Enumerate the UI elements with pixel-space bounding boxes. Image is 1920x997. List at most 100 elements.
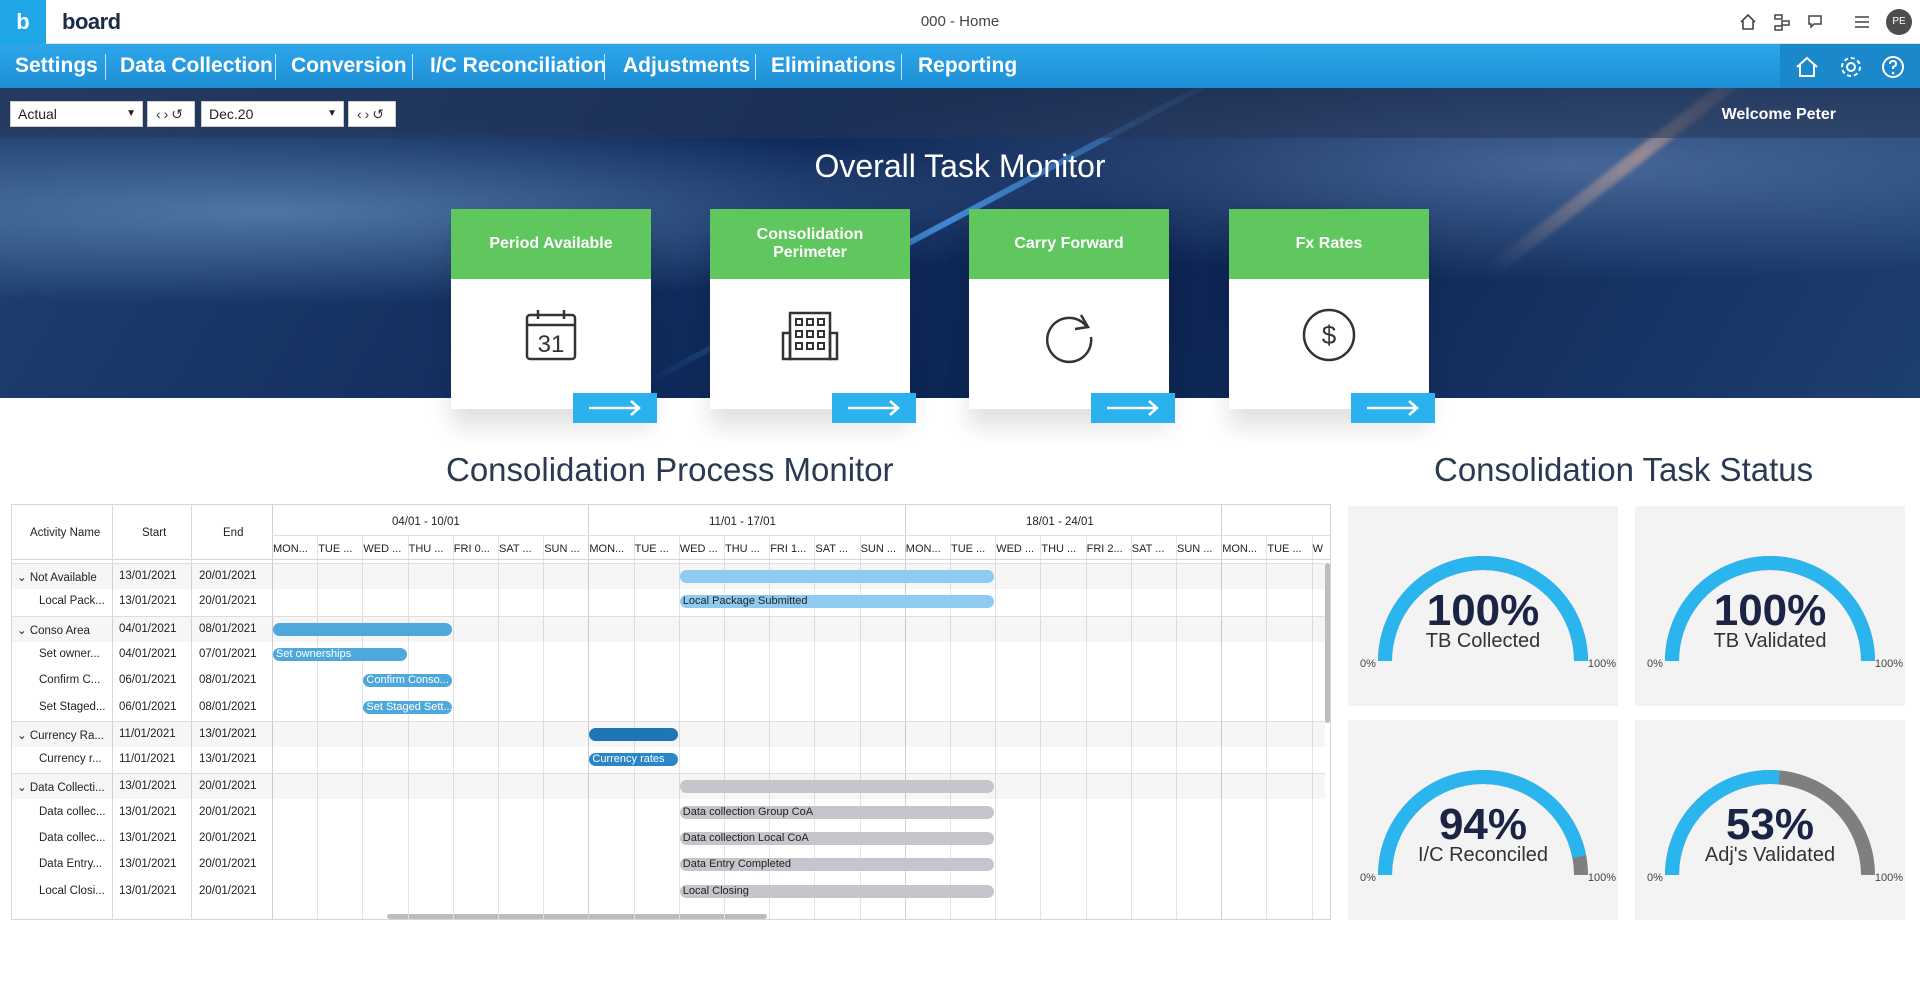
- gantt-task-row[interactable]: Set owner... 04/01/2021 07/01/2021 Set owne…: [12, 642, 1325, 668]
- period-select[interactable]: Dec.20 ▼: [201, 101, 344, 127]
- card-carry-forward[interactable]: Carry Forward: [969, 209, 1175, 423]
- gantt-task-row[interactable]: Local Closi... 13/01/2021 20/01/2021 Local …: [12, 879, 1325, 905]
- activity-name: ⌄ Data Collecti...: [17, 782, 105, 795]
- card-fx-rates[interactable]: Fx Rates $: [1229, 209, 1435, 423]
- refresh-icon: [1045, 314, 1093, 364]
- arrow-right-button[interactable]: [832, 393, 916, 423]
- day-header: MON...: [273, 543, 308, 555]
- week-header: 04/01 - 10/01: [392, 516, 460, 528]
- nav-item-adjustments[interactable]: Adjustments: [623, 54, 750, 78]
- gantt-group-row[interactable]: ⌄ Currency Ra... 11/01/2021 13/01/2021: [12, 720, 1325, 747]
- gantt-task-row[interactable]: Data collec... 13/01/2021 20/01/2021 Data c…: [12, 800, 1325, 826]
- start-date: 13/01/2021: [119, 832, 177, 844]
- gantt-bar[interactable]: Data collection Group CoA: [679, 805, 995, 819]
- arrow-right-icon: [589, 400, 641, 416]
- scenario-select[interactable]: Actual ▼: [10, 101, 143, 127]
- card-title: Carry Forward: [969, 209, 1169, 279]
- gantt-task-row[interactable]: Confirm C... 06/01/2021 08/01/2021 Confirm …: [12, 668, 1325, 694]
- gantt-task-row[interactable]: Set Staged... 06/01/2021 08/01/2021 Set Sta…: [12, 695, 1325, 721]
- activity-name: ⌄ Not Available: [17, 572, 97, 584]
- card-period-available[interactable]: Period Available 31: [451, 209, 657, 423]
- day-header: TUE ...: [634, 543, 669, 555]
- column-header[interactable]: End: [223, 527, 243, 539]
- gauge-label: Adj's Validated: [1704, 844, 1836, 866]
- day-header: FRI 1...: [770, 543, 807, 555]
- vertical-scrollbar[interactable]: [1325, 563, 1330, 723]
- day-header: SUN ...: [1177, 543, 1213, 555]
- calendar-icon: 31: [525, 310, 577, 361]
- menu-icon[interactable]: [1852, 12, 1872, 32]
- top-bar: b board 000 - Home PE: [0, 0, 1920, 44]
- main-nav: Settings Data Collection Conversion I/C …: [0, 44, 1920, 88]
- gauge-card[interactable]: 94% I/C Reconciled 0% 100%: [1348, 720, 1618, 920]
- start-date: 13/01/2021: [119, 858, 177, 871]
- gantt-bar[interactable]: Local Closing: [679, 884, 995, 898]
- filter-bar: Actual ▼ ‹›↺ Dec.20 ▼ ‹›↺: [0, 88, 1920, 138]
- activity-name: Data collec...: [39, 805, 106, 818]
- nav-separator: [105, 54, 106, 80]
- end-date: 08/01/2021: [199, 674, 257, 687]
- gauge-card[interactable]: 100% TB Collected 0% 100%: [1348, 506, 1618, 706]
- gantt-bar[interactable]: Set Staged Sett...: [363, 700, 452, 714]
- gantt-task-row[interactable]: Data collec... 13/01/2021 20/01/2021 Data c…: [12, 826, 1325, 852]
- gear-icon[interactable]: [1838, 54, 1864, 80]
- arrow-right-button[interactable]: [1351, 393, 1435, 423]
- help-icon[interactable]: [1880, 54, 1906, 80]
- nav-item-conversion[interactable]: Conversion: [291, 54, 407, 78]
- nav-item-eliminations[interactable]: Eliminations: [771, 54, 896, 78]
- day-header: THU ...: [408, 543, 444, 555]
- gantt-task-row[interactable]: Local Pack... 13/01/2021 20/01/2021 Local P…: [12, 589, 1325, 615]
- gantt-group-row[interactable]: ⌄ Not Available 13/01/2021 20/01/2021: [12, 563, 1325, 589]
- gantt-bar[interactable]: [273, 622, 452, 636]
- nav-item-reporting[interactable]: Reporting: [918, 54, 1017, 78]
- period-stepper[interactable]: ‹›↺: [348, 101, 396, 127]
- gantt-group-row[interactable]: ⌄ Data Collecti... 13/01/2021 20/01/2021: [12, 773, 1325, 799]
- arrow-right-button[interactable]: [1091, 393, 1175, 423]
- gauge-min: 0%: [1647, 658, 1663, 670]
- gantt-task-row[interactable]: Data Entry... 13/01/2021 20/01/2021 Data En…: [12, 852, 1325, 878]
- start-date: 13/01/2021: [119, 595, 177, 608]
- gauge-min: 0%: [1360, 658, 1376, 670]
- gauge-card[interactable]: 100% TB Validated 0% 100%: [1635, 506, 1905, 706]
- gantt-bar[interactable]: Currency rates: [589, 753, 678, 767]
- gauge-value: 94%: [1438, 800, 1528, 849]
- home-icon[interactable]: [1738, 12, 1758, 32]
- end-date: 08/01/2021: [199, 700, 257, 713]
- day-header: SAT ...: [1131, 543, 1165, 555]
- gantt-bar[interactable]: [589, 727, 678, 741]
- gantt-bar[interactable]: Local Package Submitted: [679, 595, 995, 609]
- start-date: 13/01/2021: [119, 884, 177, 897]
- gantt-group-row[interactable]: ⌄ Conso Area 04/01/2021 08/01/2021: [12, 615, 1325, 642]
- gauge-card[interactable]: 53% Adj's Validated 0% 100%: [1635, 720, 1905, 920]
- card-consolidation-perimeter[interactable]: Consolidation Perimeter: [710, 209, 916, 423]
- gantt-bar[interactable]: [679, 570, 995, 583]
- start-date: 11/01/2021: [119, 727, 176, 740]
- scenario-stepper[interactable]: ‹›↺: [147, 101, 195, 127]
- day-header: MON...: [905, 543, 941, 555]
- gantt-bar[interactable]: [679, 780, 995, 794]
- gantt-bar[interactable]: Set ownerships: [273, 647, 407, 661]
- nav-separator: [275, 54, 276, 80]
- gantt-bar[interactable]: Confirm Conso...: [363, 674, 452, 688]
- column-header[interactable]: Start: [142, 527, 166, 539]
- activity-name: Data collec...: [39, 832, 106, 844]
- card-title: Period Available: [451, 209, 651, 279]
- scenario-value: Actual: [18, 106, 57, 122]
- horizontal-scrollbar[interactable]: [387, 914, 767, 919]
- arrow-right-button[interactable]: [573, 393, 657, 423]
- day-header: SUN ...: [544, 543, 580, 555]
- home-icon[interactable]: [1794, 54, 1820, 80]
- day-header: MON...: [589, 543, 625, 555]
- nav-item-ic-reconciliation[interactable]: I/C Reconciliation: [430, 54, 606, 78]
- gantt-bar[interactable]: Data collection Local CoA: [679, 832, 995, 845]
- avatar[interactable]: PE: [1886, 9, 1912, 35]
- dropdown-arrow-icon: ▼: [126, 108, 136, 119]
- gantt-task-row[interactable]: Currency r... 11/01/2021 13/01/2021 Currenc…: [12, 747, 1325, 773]
- nav-item-data-collection[interactable]: Data Collection: [120, 54, 273, 78]
- activity-name: Currency r...: [39, 753, 102, 766]
- chat-icon[interactable]: [1806, 12, 1826, 32]
- column-header[interactable]: Activity Name: [30, 527, 100, 539]
- hierarchy-icon[interactable]: [1772, 12, 1792, 32]
- nav-item-settings[interactable]: Settings: [15, 54, 98, 78]
- gantt-bar[interactable]: Data Entry Completed: [679, 858, 995, 872]
